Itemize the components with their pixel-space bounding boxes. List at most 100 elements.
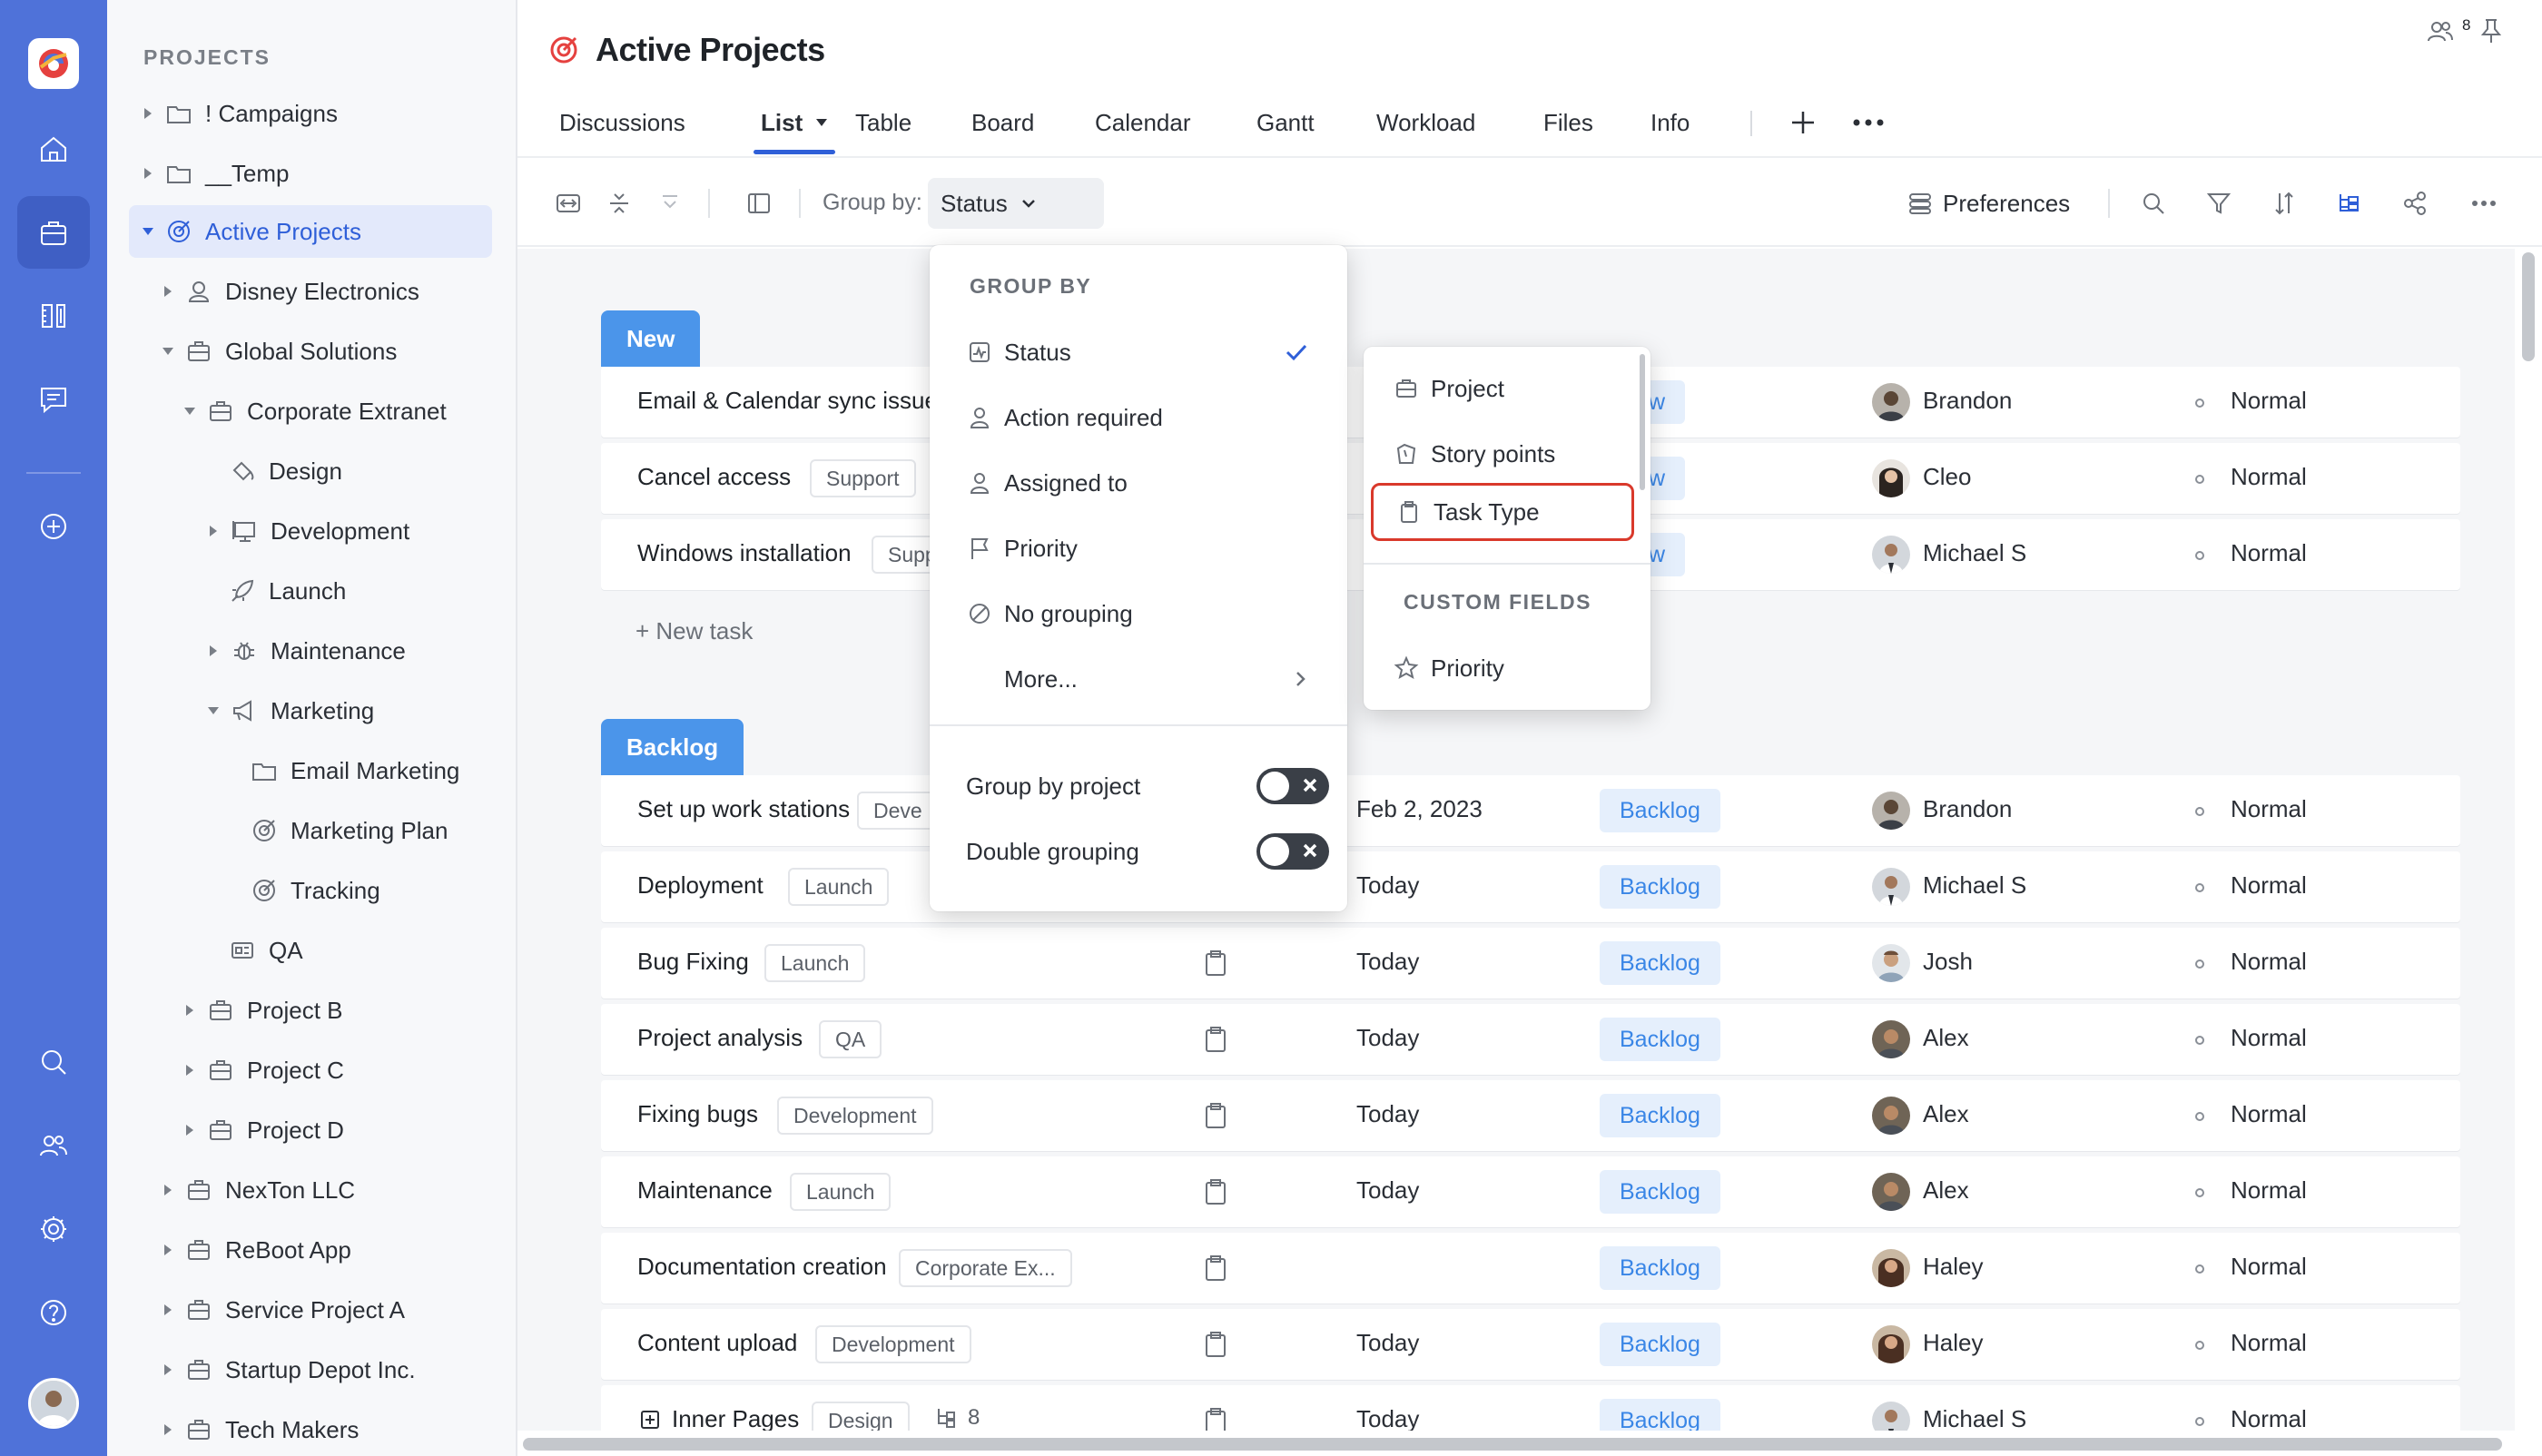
help-button[interactable] [17,1276,90,1349]
task-row[interactable]: Deployment Launch Today Backlog Michael … [601,851,2460,922]
preferences-button[interactable]: Preferences [1906,181,2070,226]
expand-subtasks-icon[interactable] [637,1407,663,1432]
menu-item-priority[interactable]: Priority [946,519,1331,577]
task-name[interactable]: Content upload [637,1329,797,1357]
horizontal-scrollbar[interactable] [517,1431,2515,1456]
sidebar-item-maintenance[interactable]: Maintenance [129,625,492,677]
expand-arrow-icon[interactable] [182,1062,198,1078]
sidebar-item-nexton-llc[interactable]: NexTon LLC [129,1164,492,1216]
priority-value[interactable]: Normal [2231,1329,2307,1357]
menu-item-status[interactable]: Status [946,323,1331,381]
priority-value[interactable]: Normal [2231,1405,2307,1433]
sidebar-item-project-c[interactable]: Project C [129,1044,492,1097]
task-row[interactable]: Maintenance Launch Today Backlog Alex No… [601,1156,2460,1227]
assignee-name[interactable]: Haley [1923,1253,1983,1281]
submenu-item-task-type[interactable]: Task Type [1371,483,1634,541]
due-date[interactable]: Today [1356,1100,1419,1128]
sidebar-item-temp[interactable]: __Temp [129,147,492,200]
assignee-name[interactable]: Cleo [1923,463,1971,491]
due-date[interactable]: Today [1356,1024,1419,1052]
scrollbar-thumb[interactable] [2522,252,2535,361]
expand-arrow-icon[interactable] [140,105,156,122]
expand-arrow-icon[interactable] [160,1242,176,1258]
priority-value[interactable]: Normal [2231,1100,2307,1128]
expand-arrow-icon[interactable] [160,1422,176,1438]
tab-discussions[interactable]: Discussions [559,91,685,154]
add-button[interactable] [17,490,90,563]
priority-value[interactable]: Normal [2231,871,2307,900]
sidebar-item-development[interactable]: Development [129,505,492,557]
double-grouping-toggle[interactable] [1256,833,1329,870]
more-options-button[interactable] [2466,185,2502,221]
clipboard-icon[interactable] [1200,1253,1231,1284]
scrollbar-thumb[interactable] [523,1438,2502,1451]
due-date[interactable]: Today [1356,1329,1419,1357]
sidebar-item-tech-makers[interactable]: Tech Makers [129,1403,492,1456]
hierarchy-button[interactable] [2331,185,2368,221]
status-badge[interactable]: Backlog [1600,1323,1720,1366]
filter-button[interactable] [2201,185,2237,221]
assignee-name[interactable]: Alex [1923,1176,1969,1205]
due-date[interactable]: Today [1356,948,1419,976]
priority-value[interactable]: Normal [2231,387,2307,415]
expand-all-button[interactable] [550,185,586,221]
assignee-name[interactable]: Alex [1923,1024,1969,1052]
status-badge[interactable]: Backlog [1600,1094,1720,1137]
expand-arrow-icon[interactable] [182,1002,198,1018]
task-row[interactable]: Set up work stations Deve Feb 2, 2023 Ba… [601,775,2460,846]
task-name[interactable]: Deployment [637,871,764,900]
task-name[interactable]: Inner Pages [672,1405,799,1433]
clipboard-icon[interactable] [1200,1329,1231,1360]
tab-info[interactable]: Info [1650,91,1690,154]
sidebar-item-marketing[interactable]: Marketing [129,684,492,737]
more-tabs-button[interactable] [1852,91,1885,154]
sidebar-item-project-d[interactable]: Project D [129,1104,492,1156]
expand-arrow-icon[interactable] [160,283,176,300]
priority-value[interactable]: Normal [2231,795,2307,823]
priority-value[interactable]: Normal [2231,463,2307,491]
submenu-item-custom-priority[interactable]: Priority [1371,639,1634,697]
settings-button[interactable] [17,1193,90,1265]
task-name[interactable]: Windows installation [637,539,852,567]
priority-value[interactable]: Normal [2231,1253,2307,1281]
sidebar-item-qa[interactable]: QA [129,924,492,977]
status-badge[interactable]: Backlog [1600,789,1720,832]
sidebar-item-campaigns[interactable]: ! Campaigns [129,87,492,140]
search-button[interactable] [17,1026,90,1098]
group-by-project-toggle[interactable] [1256,768,1329,804]
collapse-arrow-icon[interactable] [182,403,198,419]
new-task-button[interactable]: + New task [636,617,753,645]
assignee-name[interactable]: Brandon [1923,795,2012,823]
expand-arrow-icon[interactable] [160,1302,176,1318]
sidebar-item-startup-depot[interactable]: Startup Depot Inc. [129,1343,492,1396]
menu-item-no-grouping[interactable]: No grouping [946,585,1331,643]
templates-button[interactable] [17,280,90,352]
task-name[interactable]: Email & Calendar sync issue [637,387,938,415]
sidebar-item-project-b[interactable]: Project B [129,984,492,1037]
project-tag[interactable]: Support [810,459,916,497]
sidebar-item-global-solutions[interactable]: Global Solutions [129,325,492,378]
sidebar-item-active-projects[interactable]: Active Projects [129,205,492,258]
task-name[interactable]: Bug Fixing [637,948,749,976]
sidebar-item-corporate-extranet[interactable]: Corporate Extranet [129,385,492,438]
task-row[interactable]: Bug Fixing Launch Today Backlog Josh Nor… [601,928,2460,999]
collapse-arrow-icon[interactable] [140,223,156,240]
priority-value[interactable]: Normal [2231,1024,2307,1052]
tab-board[interactable]: Board [971,91,1034,154]
submenu-item-project[interactable]: Project [1371,359,1634,418]
project-tag[interactable]: Launch [764,944,866,982]
expand-arrow-icon[interactable] [140,165,156,182]
group-header-backlog[interactable]: Backlog [601,719,744,775]
sidebar-item-email-marketing[interactable]: Email Marketing [129,744,492,797]
vertical-scrollbar[interactable] [2515,249,2542,1438]
project-tag[interactable]: QA [819,1020,882,1058]
menu-item-action-required[interactable]: Action required [946,389,1331,447]
task-name[interactable]: Documentation creation [637,1253,887,1281]
status-badge[interactable]: Backlog [1600,941,1720,985]
collapse-arrow-icon[interactable] [160,343,176,359]
search-button[interactable] [2135,185,2172,221]
expand-arrow-icon[interactable] [205,523,222,539]
submenu-scrollbar[interactable] [1640,354,1645,490]
projects-button[interactable] [17,196,90,269]
due-date[interactable]: Today [1356,1405,1419,1433]
